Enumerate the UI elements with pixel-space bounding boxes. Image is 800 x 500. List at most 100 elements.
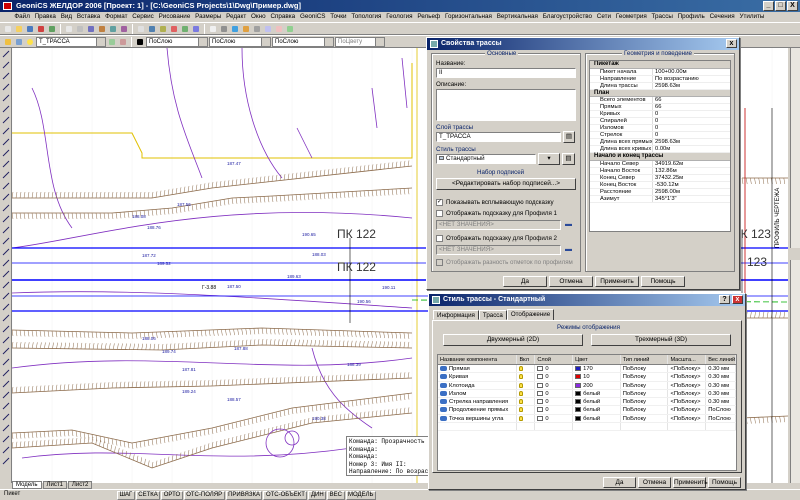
- sheet-set-icon[interactable]: [219, 24, 229, 34]
- line-icon[interactable]: [1, 49, 11, 59]
- menu-item[interactable]: Трассы: [649, 12, 675, 22]
- erase-icon[interactable]: [1, 236, 11, 246]
- rectangle-icon[interactable]: [1, 82, 11, 92]
- props-help-button[interactable]: Помощь: [641, 276, 685, 287]
- stretch-icon[interactable]: [1, 324, 11, 334]
- layer-input[interactable]: Т_ТРАССА: [436, 132, 561, 142]
- table-row[interactable]: Точка вершины угла 0 белый ПоБлоку <ПоБлоку>…: [438, 414, 736, 424]
- style-dialog-help-button[interactable]: ?: [719, 295, 730, 304]
- undo-icon[interactable]: [108, 24, 118, 34]
- menu-item[interactable]: Справка: [268, 12, 297, 22]
- offset-icon[interactable]: [1, 269, 11, 279]
- area-icon[interactable]: [1, 445, 11, 455]
- menu-item[interactable]: Размеры: [193, 12, 224, 22]
- visibility-cell[interactable]: [517, 398, 536, 406]
- tab-display[interactable]: Отображение: [506, 309, 555, 320]
- copy-object-icon[interactable]: [1, 247, 11, 257]
- status-toggle[interactable]: ОТС-ПОЛЯР: [183, 491, 225, 500]
- mirror-icon[interactable]: [1, 258, 11, 268]
- property-section-header[interactable]: Начало и конец трассы: [590, 153, 730, 161]
- array-icon[interactable]: [1, 280, 11, 290]
- gradient-icon[interactable]: [1, 192, 11, 202]
- status-toggle[interactable]: ПРИВЯЗКА: [225, 491, 263, 500]
- chamfer-icon[interactable]: [1, 379, 11, 389]
- menu-item[interactable]: Профиль: [675, 12, 707, 22]
- plotstyle-combo[interactable]: ПоЦвету: [335, 36, 385, 47]
- point-icon[interactable]: [263, 24, 273, 34]
- layer-prev-icon[interactable]: [107, 37, 117, 47]
- empty-cell[interactable]: [517, 423, 536, 431]
- zoom-previous-icon[interactable]: [169, 24, 179, 34]
- alignment-icon[interactable]: [285, 24, 295, 34]
- preview-icon[interactable]: [47, 24, 57, 34]
- measure-icon[interactable]: [1, 412, 11, 422]
- menu-item[interactable]: Вертикальная: [494, 12, 540, 22]
- lightbulb-icon[interactable]: [519, 407, 524, 413]
- spline-icon[interactable]: [1, 126, 11, 136]
- arc-icon[interactable]: [1, 93, 11, 103]
- table-row[interactable]: Кривая 0 10 ПоБлоку <ПоБлоку> 0.30 мм: [438, 373, 736, 382]
- extend-icon[interactable]: [1, 346, 11, 356]
- table-row[interactable]: Излом 0 белый ПоБлоку <ПоБлоку> 0.30 мм: [438, 389, 736, 399]
- text-icon[interactable]: [1, 225, 11, 235]
- property-section-header[interactable]: План: [590, 89, 730, 97]
- move-icon[interactable]: [1, 291, 11, 301]
- join-icon[interactable]: [1, 368, 11, 378]
- tab-layout2[interactable]: Лист2: [67, 481, 93, 489]
- visibility-cell[interactable]: [517, 406, 536, 414]
- lightbulb-icon[interactable]: [519, 399, 524, 405]
- circle-icon[interactable]: [1, 104, 11, 114]
- geometry-property-grid[interactable]: Пикетаж Пикет начала 100+00.00м Направление…: [589, 60, 731, 232]
- status-toggle[interactable]: МОДЕЛЬ: [345, 491, 376, 500]
- minimize-button[interactable]: _: [763, 1, 774, 11]
- point-draw-icon[interactable]: [1, 170, 11, 180]
- column-header[interactable]: Название компонента: [438, 355, 518, 364]
- layer-select-button[interactable]: ▤: [563, 131, 575, 143]
- rotate-icon[interactable]: [1, 302, 11, 312]
- make-block-icon[interactable]: [1, 159, 11, 169]
- property-section-header[interactable]: Пикетаж: [590, 61, 730, 69]
- redo-icon[interactable]: [119, 24, 129, 34]
- ellipse-icon[interactable]: [1, 137, 11, 147]
- table-row[interactable]: Прямая 0 170 ПоБлоку <ПоБлоку> 0.30 мм: [438, 365, 736, 374]
- region-icon[interactable]: [1, 203, 11, 213]
- menu-item[interactable]: Точки: [328, 12, 349, 22]
- design-center-icon[interactable]: [191, 24, 201, 34]
- profile1-checkbox[interactable]: [436, 210, 443, 217]
- menu-item[interactable]: Геометрия: [613, 12, 649, 22]
- status-toggle[interactable]: ОРТО: [161, 491, 183, 500]
- surface-icon[interactable]: [274, 24, 284, 34]
- visibility-cell[interactable]: [517, 365, 536, 373]
- dialog-close-button[interactable]: x: [726, 39, 737, 48]
- layer-state-icon[interactable]: [14, 37, 24, 47]
- status-toggle[interactable]: ШАГ: [117, 491, 135, 500]
- trim-icon[interactable]: [1, 335, 11, 345]
- menu-item[interactable]: Файл: [12, 12, 32, 22]
- polyline-icon[interactable]: [1, 60, 11, 70]
- tool-palette-icon[interactable]: [208, 24, 218, 34]
- linetype-combo[interactable]: ПоСлою: [209, 36, 271, 47]
- style-copy-button[interactable]: ▤: [562, 153, 575, 165]
- visibility-cell[interactable]: [517, 389, 536, 398]
- table-row[interactable]: Клотоида 0 200 ПоБлоку <ПоБлоку> 0.30 мм: [438, 381, 736, 390]
- save-icon[interactable]: [25, 24, 35, 34]
- open-file-icon[interactable]: [14, 24, 24, 34]
- status-toggle[interactable]: ОТС-ОБЪЕКТ: [263, 491, 308, 500]
- vertical-scrollbar-top[interactable]: [790, 48, 800, 248]
- layer-combo[interactable]: Т_ТРАССА: [36, 36, 106, 47]
- menu-item[interactable]: Формат: [103, 12, 130, 22]
- props-ok-button[interactable]: Да: [503, 276, 547, 287]
- menu-item[interactable]: Утилиты: [737, 12, 767, 22]
- menu-item[interactable]: GeoniCS: [298, 12, 328, 22]
- profile2-checkbox[interactable]: [436, 235, 443, 242]
- menu-item[interactable]: Сервис: [130, 12, 156, 22]
- menu-item[interactable]: Редакт: [224, 12, 249, 22]
- distance-icon[interactable]: [1, 434, 11, 444]
- style-cancel-button[interactable]: Отмена: [638, 477, 671, 488]
- menu-item[interactable]: Вставка: [75, 12, 103, 22]
- close-button[interactable]: X: [787, 1, 798, 11]
- hatch-icon[interactable]: [1, 181, 11, 191]
- menu-item[interactable]: Горизонтальная: [443, 12, 495, 22]
- props-cancel-button[interactable]: Отмена: [549, 276, 593, 287]
- menu-item[interactable]: Топология: [349, 12, 384, 22]
